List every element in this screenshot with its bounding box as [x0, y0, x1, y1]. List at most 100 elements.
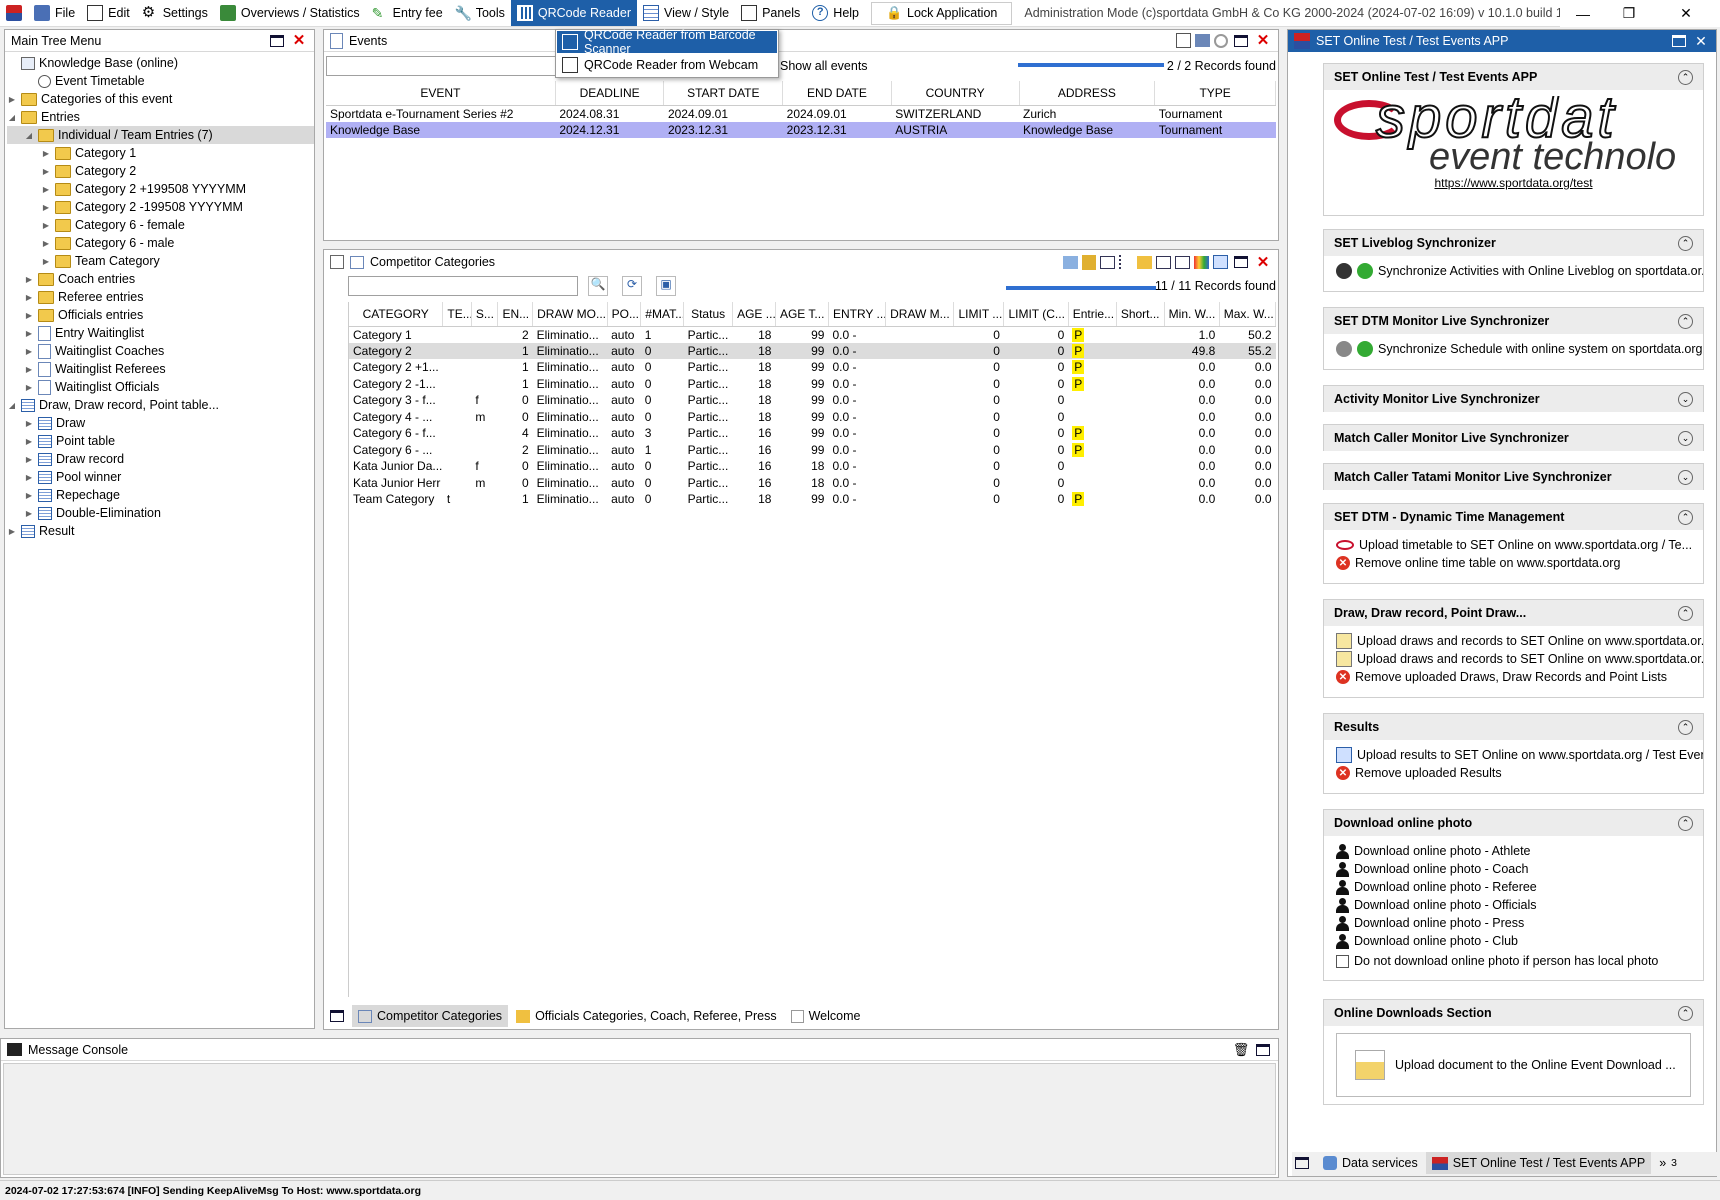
- table-row[interactable]: Team Category t 1 Eliminatio... auto 0 Partic.…: [349, 491, 1276, 508]
- expand-icon[interactable]: ⌄: [1678, 469, 1693, 485]
- restore-button[interactable]: ❐: [1606, 0, 1652, 27]
- section-header[interactable]: SET DTM Monitor Live Synchronizer ⌃: [1324, 308, 1703, 334]
- trash-icon[interactable]: 🗑: [1232, 1041, 1250, 1059]
- tree-item[interactable]: ▶ Referee entries: [7, 288, 314, 306]
- upload-draws-action[interactable]: Upload draws and records to SET Online o…: [1324, 632, 1703, 650]
- collapse-icon[interactable]: ⌃: [1678, 815, 1693, 831]
- qr-webcam-item[interactable]: QRCode Reader from Webcam: [557, 54, 777, 76]
- column-header[interactable]: Short...: [1116, 302, 1165, 327]
- no-download-local-photo-checkbox[interactable]: Do not download online photo if person h…: [1324, 952, 1703, 970]
- remove-timetable-action[interactable]: ✕ Remove online time table on www.sportda…: [1324, 554, 1703, 572]
- maximize-icon[interactable]: [1254, 1041, 1272, 1059]
- expand-toggle-icon[interactable]: ▶: [24, 383, 34, 392]
- column-header[interactable]: LIMIT (C...: [1003, 302, 1069, 327]
- palette-icon[interactable]: [1194, 255, 1209, 269]
- column-header[interactable]: CATEGORY: [349, 302, 444, 327]
- qr-barcode-scanner-item[interactable]: QRCode Reader from Barcode Scanner: [557, 28, 777, 56]
- tree-item[interactable]: ▶ Category 2 +199508 YYYYMM: [7, 180, 314, 198]
- tree-item[interactable]: ▶ Entry Waitinglist: [7, 324, 314, 342]
- column-header[interactable]: DEADLINE: [555, 81, 665, 106]
- tree-item[interactable]: ▶ Draw: [7, 414, 314, 432]
- expand-toggle-icon[interactable]: ▶: [24, 455, 34, 464]
- expand-toggle-icon[interactable]: ▶: [41, 239, 51, 248]
- open-folder-icon[interactable]: [1195, 34, 1210, 47]
- column-header[interactable]: ENTRY ...: [828, 302, 887, 327]
- column-header[interactable]: TE...: [442, 302, 472, 327]
- column-header[interactable]: S...: [471, 302, 499, 327]
- upload-timetable-action[interactable]: Upload timetable to SET Online on www.sp…: [1324, 536, 1703, 554]
- panel-maximize-icon[interactable]: [324, 1005, 350, 1027]
- maximize-icon[interactable]: [1670, 32, 1688, 50]
- column-header[interactable]: COUNTRY: [891, 81, 1020, 106]
- cards-icon[interactable]: [1137, 255, 1152, 269]
- section-header[interactable]: Draw, Draw record, Point Draw... ⌃: [1324, 600, 1703, 626]
- expand-toggle-icon[interactable]: ▶: [41, 203, 51, 212]
- tree-item[interactable]: ▶ Result: [7, 522, 314, 540]
- tree-item[interactable]: ▶ Category 2: [7, 162, 314, 180]
- rows-icon[interactable]: [1175, 255, 1190, 269]
- clipboard-icon[interactable]: [1082, 254, 1096, 270]
- maximize-icon[interactable]: [1232, 32, 1250, 50]
- tree-item[interactable]: ▶ Double-Elimination: [7, 504, 314, 522]
- tree-item[interactable]: ▶ Category 6 - female: [7, 216, 314, 234]
- download-photo-action[interactable]: Download online photo - Coach: [1324, 860, 1703, 878]
- tree-item[interactable]: ▶ Point table: [7, 432, 314, 450]
- tree-item[interactable]: ▶ Category 2 -199508 YYYYMM: [7, 198, 314, 216]
- expand-toggle-icon[interactable]: ▶: [24, 473, 34, 482]
- expand-toggle-icon[interactable]: ◢: [7, 113, 17, 122]
- column-header[interactable]: TYPE: [1154, 81, 1276, 106]
- table-row[interactable]: Category 2 +1... 1 Eliminatio... auto 0 Parti…: [349, 359, 1276, 376]
- table-row[interactable]: Category 6 - ... 2 Eliminatio... auto 1 Parti…: [349, 442, 1276, 459]
- table-row[interactable]: Knowledge Base 2024.12.31 2023.12.31 2023.1…: [326, 121, 1276, 138]
- collapse-icon[interactable]: ⌃: [1678, 509, 1693, 525]
- tab-welcome[interactable]: Welcome: [785, 1005, 867, 1027]
- tree-item[interactable]: ▶ Officials entries: [7, 306, 314, 324]
- menu-settings[interactable]: ⚙ Settings: [136, 0, 214, 26]
- menu-edit[interactable]: Edit: [81, 0, 136, 26]
- download-photo-action[interactable]: Download online photo - Press: [1324, 914, 1703, 932]
- column-header[interactable]: #MAT...: [640, 302, 685, 327]
- expand-toggle-icon[interactable]: ▶: [41, 167, 51, 176]
- section-header[interactable]: Results ⌃: [1324, 714, 1703, 740]
- column-header[interactable]: START DATE: [663, 81, 784, 106]
- menu-entry-fee[interactable]: ✎ Entry fee: [366, 0, 449, 26]
- show-all-events-checkbox[interactable]: Show all events: [780, 59, 868, 73]
- section-header[interactable]: Activity Monitor Live Synchronizer ⌄: [1324, 386, 1703, 412]
- table-row[interactable]: Kata Junior Herr m 0 Eliminatio... auto 0 Part…: [349, 475, 1276, 492]
- close-window-button[interactable]: ✕: [1652, 0, 1720, 27]
- section-header[interactable]: SET Online Test / Test Events APP ⌃: [1324, 64, 1703, 90]
- sportdata-url-link[interactable]: https://www.sportdata.org/test: [1324, 176, 1703, 190]
- column-header[interactable]: Min. W...: [1164, 302, 1220, 327]
- download-photo-action[interactable]: Download online photo - Referee: [1324, 878, 1703, 896]
- remove-draws-action[interactable]: ✕ Remove uploaded Draws, Draw Records and…: [1324, 668, 1703, 686]
- expand-toggle-icon[interactable]: ▶: [24, 275, 34, 284]
- lock-application-button[interactable]: 🔒 Lock Application: [871, 1, 1013, 25]
- expand-toggle-icon[interactable]: ◢: [24, 131, 34, 140]
- tree-item[interactable]: ◢ Draw, Draw record, Point table...: [7, 396, 314, 414]
- menu-tools[interactable]: 🔧 Tools: [449, 0, 511, 26]
- expand-toggle-icon[interactable]: ▶: [7, 95, 17, 104]
- column-header[interactable]: DRAW MO...: [532, 302, 608, 327]
- column-header[interactable]: EN...: [497, 302, 534, 327]
- column-header[interactable]: ADDRESS: [1019, 81, 1156, 106]
- upload-results-action[interactable]: Upload results to SET Online on www.spor…: [1324, 746, 1703, 764]
- column-header[interactable]: AGE ...: [732, 302, 776, 327]
- column-header[interactable]: AGE T...: [775, 302, 829, 327]
- column-header[interactable]: EVENT: [326, 81, 556, 106]
- expand-toggle-icon[interactable]: ▶: [24, 365, 34, 374]
- liveblog-sync-action[interactable]: Synchronize Activities with Online Liveb…: [1324, 262, 1703, 280]
- expand-toggle-icon[interactable]: ▶: [24, 509, 34, 518]
- close-icon[interactable]: ✕: [290, 32, 308, 50]
- search-icon[interactable]: 🔍: [588, 276, 608, 296]
- table-row[interactable]: Category 2 1 Eliminatio... auto 0 Partic... 18…: [349, 342, 1276, 359]
- tree-item[interactable]: ▶ Waitinglist Referees: [7, 360, 314, 378]
- section-header[interactable]: Match Caller Tatami Monitor Live Synchro…: [1324, 464, 1703, 490]
- table-row[interactable]: Category 1 2 Eliminatio... auto 1 Partic... 18…: [349, 326, 1276, 343]
- download-photo-action[interactable]: Download online photo - Club: [1324, 932, 1703, 950]
- sync-icon[interactable]: ⟳: [622, 276, 642, 296]
- section-header[interactable]: Download online photo ⌃: [1324, 810, 1703, 836]
- column-header[interactable]: END DATE: [782, 81, 892, 106]
- tree-item[interactable]: Event Timetable: [7, 72, 314, 90]
- section-header[interactable]: SET Liveblog Synchronizer ⌃: [1324, 230, 1703, 256]
- section-header[interactable]: Online Downloads Section ⌃: [1324, 1000, 1703, 1026]
